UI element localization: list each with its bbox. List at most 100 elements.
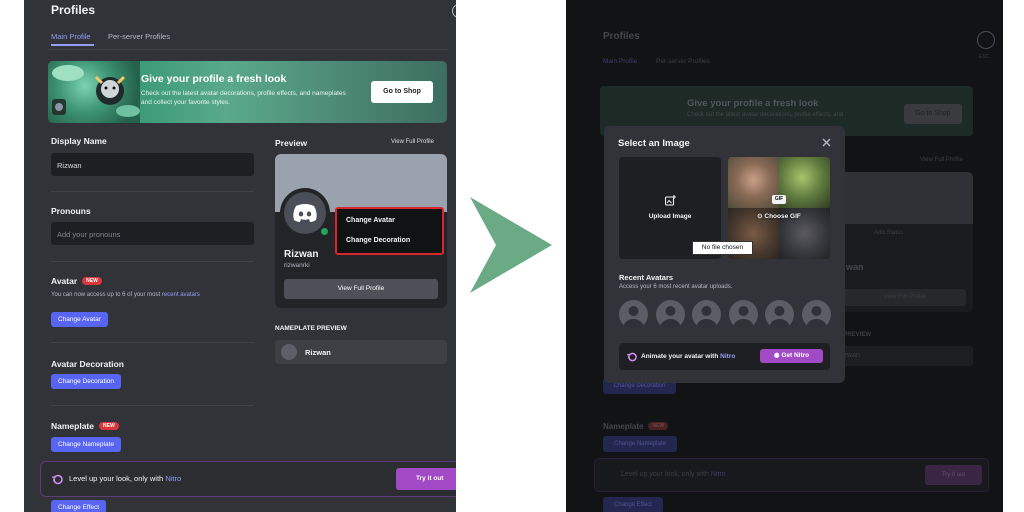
change-effect-button: Change Effect [603,497,663,512]
banner-illustration [48,61,140,123]
pronouns-label: Pronouns [51,206,91,216]
avatar-decoration-label: Avatar Decoration [51,359,124,369]
new-badge: NEW [99,422,119,430]
nitro-upsell-text: Level up your look, only with Nitro [69,474,181,483]
nitro-text: Animate your avatar with [641,353,719,360]
divider [48,49,448,50]
preview-display-name: wan [846,262,864,272]
modal-title: Select an Image [618,138,690,149]
banner-description: Check out the latest avatar decorations,… [687,112,844,118]
view-full-profile-button[interactable]: View Full Profile [284,279,438,299]
menu-change-avatar[interactable]: Change Avatar [346,217,395,224]
avatar-context-menu: Change Avatar Change Decoration [335,207,444,255]
divider [51,261,254,262]
change-avatar-button[interactable]: Change Avatar [51,312,108,327]
divider [51,405,254,406]
change-nameplate-button: Change Nameplate [603,436,677,452]
profile-banner [836,172,973,224]
shop-banner: Give your profile a fresh look Check out… [48,61,447,123]
select-image-modal: Select an Image Upload Image GIF ⊙ Choos… [604,126,845,383]
display-name-input[interactable]: Rizwan [51,153,254,176]
page-title: Profiles [51,3,96,17]
try-it-out-button[interactable]: Try it out [396,468,456,490]
nitro-icon [52,474,63,485]
try-it-out-label: Try it out [416,475,444,482]
recent-avatars-subtitle: Access your 6 most recent avatar uploads… [619,284,733,290]
view-full-profile-button: View Full Profile [844,289,966,306]
add-status: Add Status [874,230,904,236]
nitro-brand: Nitro [720,353,736,360]
nitro-text: Level up your look, only with [621,471,709,478]
get-nitro-button[interactable]: ◉ Get Nitro [760,349,823,363]
image-upload-icon [665,195,676,206]
view-full-profile-link: View Full Profile [920,157,963,163]
esc-label: ESC [979,54,990,60]
banner-title: Give your profile a fresh look [687,98,819,109]
choose-gif-label: ⊙ Choose GIF [757,213,801,220]
nitro-upsell-text: Level up your look, only with Nitro [621,471,726,478]
nameplate-label-text: Nameplate [51,421,94,431]
change-decoration-button[interactable]: Change Decoration [51,374,122,389]
nitro-brand: Nitro [165,474,182,483]
recent-avatars-link[interactable]: recent avatars [162,292,200,298]
recent-avatar[interactable] [729,300,758,329]
nameplate-label-text: Nameplate [603,422,644,431]
go-to-shop-button: Go to Shop [904,104,962,124]
avatar-hint-text: You can now access up to 6 of your most [51,292,161,298]
divider [51,342,254,343]
preview-label: Preview [275,138,308,148]
recent-avatar[interactable] [692,300,721,329]
arrow-right-icon [470,197,552,293]
close-icon[interactable] [822,138,831,147]
nameplate-preview-label: NAMEPLATE PREVIEW [275,325,347,332]
nitro-icon [627,352,637,362]
online-status-icon [319,226,330,237]
profiles-panel-before: Profiles Main Profile Per-server Profile… [24,0,456,512]
recent-avatars-title: Recent Avatars [619,273,674,282]
close-icon [977,31,995,49]
tab-per-server-profiles[interactable]: Per-server Profiles [108,32,170,41]
get-nitro-label: Get Nitro [781,352,810,359]
nameplate-label: Nameplate NEW [51,421,119,431]
menu-change-decoration[interactable]: Change Decoration [346,237,410,244]
recent-avatar[interactable] [656,300,685,329]
try-it-out-button: Try it out [925,465,982,485]
nameplate-label: Nameplate NEW [603,422,669,431]
go-to-shop-button[interactable]: Go to Shop [371,81,433,103]
avatar-hint: You can now access up to 6 of your most … [51,292,200,298]
nameplate-preview: izwan [836,346,973,366]
upload-image-label: Upload Image [648,213,692,220]
tab-main-profile: Main Profile [603,58,638,65]
active-tab-indicator [51,44,94,46]
recent-avatar[interactable] [619,300,648,329]
banner-title: Give your profile a fresh look [141,73,287,85]
recent-avatar[interactable] [765,300,794,329]
recent-avatar[interactable] [802,300,831,329]
new-badge: NEW [82,277,102,285]
choose-gif-text: Choose GIF [764,213,801,220]
avatar-label: Avatar NEW [51,276,102,286]
change-nameplate-button[interactable]: Change Nameplate [51,437,122,452]
tab-per-server-profiles: Per-server Profiles [656,58,710,65]
close-icon[interactable] [452,4,456,18]
preview-display-name: Rizwan [284,249,319,260]
page-title: Profiles [603,31,640,42]
profile-preview-card-dimmed: Add Status wan View Full Profile [836,172,973,312]
banner-description: Check out the latest avatar decorations,… [141,90,346,106]
divider [51,191,254,192]
file-input-tooltip: No file chosen [692,241,753,255]
new-badge: NEW [648,422,669,430]
gif-thumbnail [779,157,830,208]
view-full-profile-link[interactable]: View Full Profile [391,139,434,145]
preview-username: rizwanrki [284,262,310,269]
change-effect-button[interactable]: Change Effect [51,500,107,512]
avatar-label-text: Avatar [51,276,78,286]
nitro-upsell-bar: Level up your look, only with Nitro Try … [40,461,456,497]
discord-logo-icon [293,204,317,222]
nitro-text: Level up your look, only with [69,474,164,483]
nitro-upsell-bar-dimmed: Level up your look, only with Nitro Try … [594,458,989,492]
avatar [281,344,297,360]
nitro-upsell-text: Animate your avatar with Nitro [641,353,735,360]
tab-main-profile[interactable]: Main Profile [51,32,91,41]
pronouns-input[interactable]: Add your pronouns [51,222,254,245]
